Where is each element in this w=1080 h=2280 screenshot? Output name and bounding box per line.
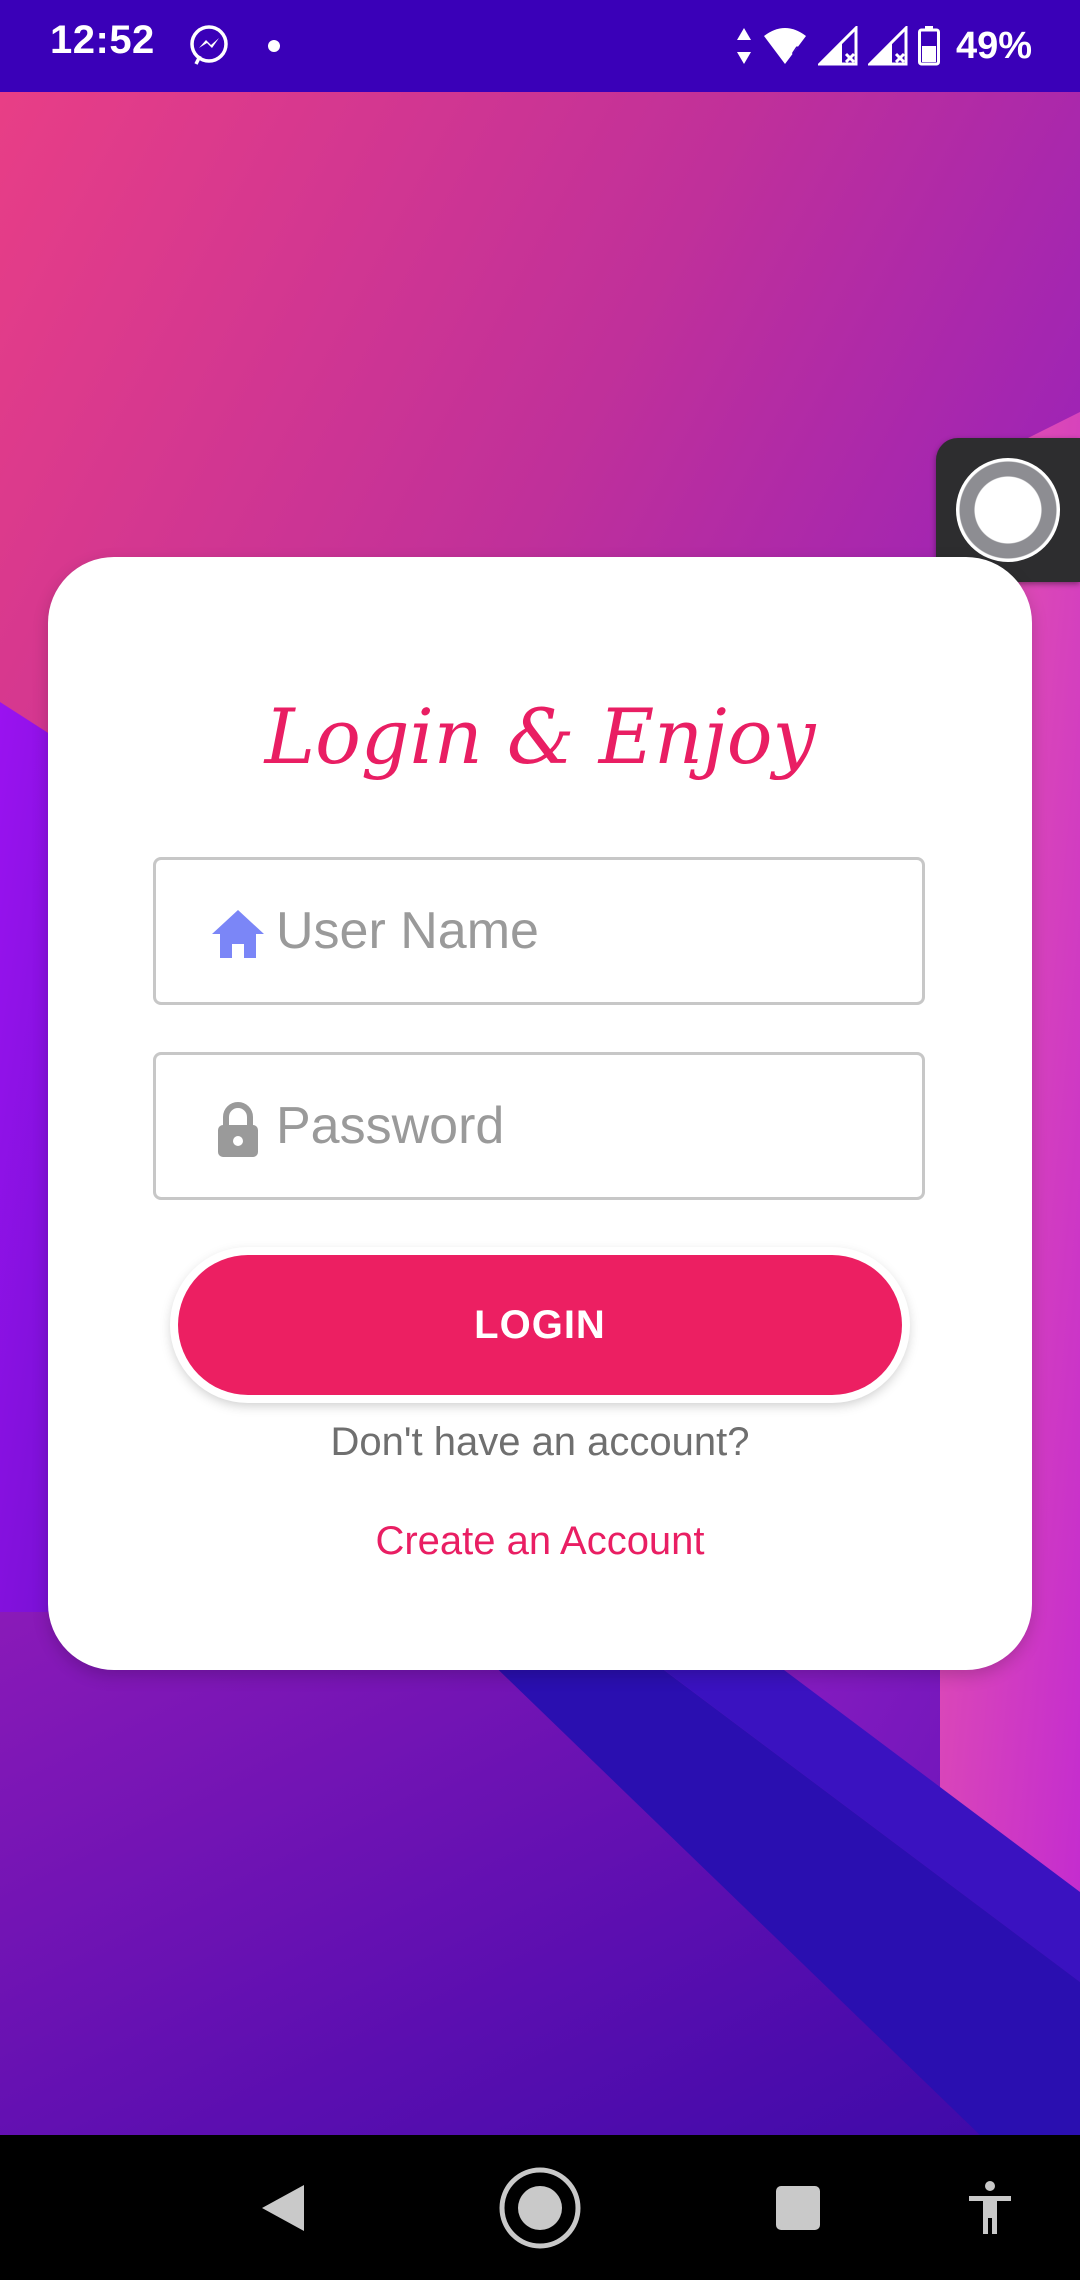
login-card: Login & Enjoy LOGIN Don't have an accoun…	[48, 557, 1032, 1670]
recents-icon	[776, 2185, 820, 2230]
signal-icon	[817, 26, 858, 66]
messenger-icon	[190, 25, 228, 65]
accessibility-button[interactable]	[955, 2135, 1025, 2280]
home-button[interactable]	[490, 2135, 590, 2280]
notification-dot-icon	[268, 40, 280, 52]
password-input[interactable]	[276, 1055, 896, 1197]
login-button[interactable]: LOGIN	[178, 1255, 902, 1395]
password-field[interactable]	[153, 1052, 925, 1200]
recents-button[interactable]	[758, 2135, 838, 2280]
battery-icon	[917, 26, 940, 66]
wifi-icon: 4	[763, 28, 806, 64]
username-field[interactable]	[153, 857, 925, 1005]
home-icon	[212, 910, 264, 958]
home-icon	[499, 2167, 581, 2248]
signal-icon	[867, 26, 908, 66]
no-account-text: Don't have an account?	[330, 1420, 750, 1464]
back-icon	[262, 2184, 304, 2231]
data-arrows-icon	[736, 28, 751, 64]
battery-percent: 49%	[955, 24, 1032, 67]
back-button[interactable]	[238, 2135, 328, 2280]
lock-icon	[218, 1102, 258, 1157]
navigation-bar	[0, 2135, 1080, 2280]
app-screen: 12:52 4 49% Login & Enjoy User Name LOGI…	[0, 0, 1080, 2280]
svg-text:4: 4	[792, 43, 800, 59]
status-bar: 12:52 4 49%	[0, 0, 1080, 92]
username-input[interactable]	[276, 860, 896, 1002]
create-account-link[interactable]: Create an Account	[48, 1519, 1032, 1564]
status-icons: 4 49%	[736, 20, 1032, 72]
accessibility-icon	[969, 2180, 1011, 2234]
login-title: Login & Enjoy	[264, 692, 816, 781]
assistive-touch-icon	[956, 458, 1060, 562]
status-time: 12:52	[50, 18, 155, 62]
